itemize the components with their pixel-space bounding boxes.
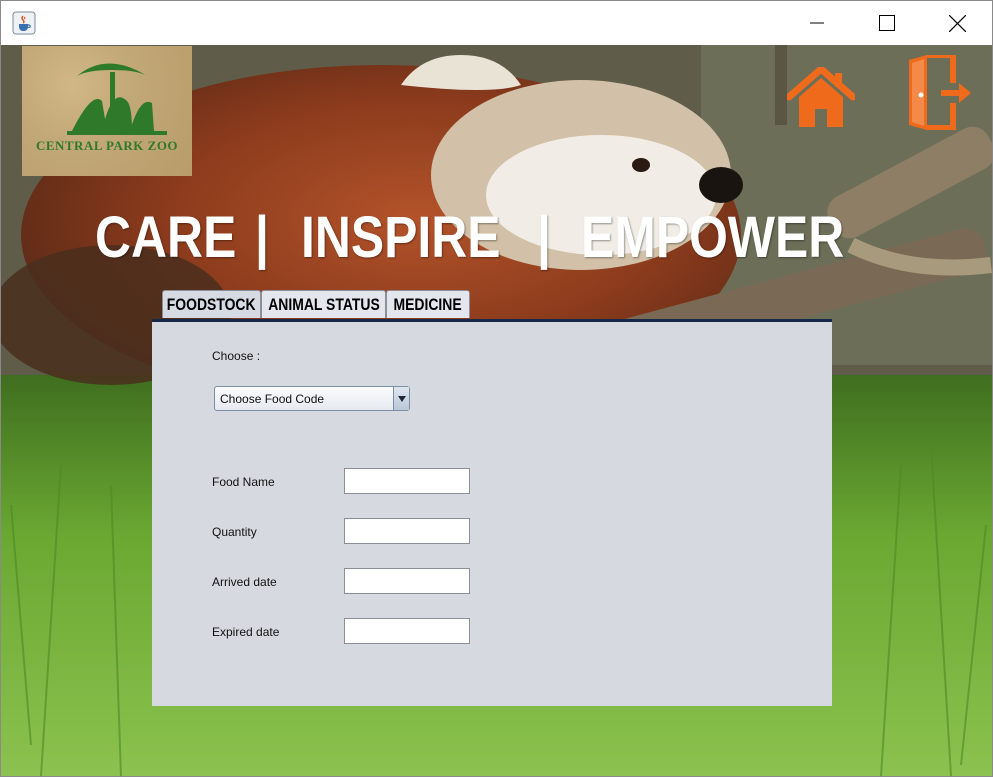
slogan: CARE | INSPIRE | EMPOWER — [95, 203, 855, 273]
arrived-date-field[interactable] — [344, 568, 470, 594]
food-name-label: Food Name — [212, 475, 275, 489]
slogan-care: CARE — [95, 205, 237, 270]
quantity-field[interactable] — [344, 518, 470, 544]
application-window: CENTRAL PARK ZOO CARE | INSPIRE | EMPOWE… — [0, 0, 993, 777]
arrived-date-label: Arrived date — [212, 575, 277, 589]
slogan-separator: | — [537, 205, 551, 270]
quantity-label: Quantity — [212, 525, 257, 539]
maximize-button[interactable] — [852, 1, 922, 45]
zoo-animals-logo-icon — [67, 63, 167, 135]
slogan-separator: | — [255, 205, 269, 270]
tab-label: ANIMAL STATUS — [267, 294, 380, 314]
tab-animal-status[interactable]: ANIMAL STATUS — [261, 290, 386, 318]
main-content: CENTRAL PARK ZOO CARE | INSPIRE | EMPOWE… — [1, 45, 992, 776]
logo-text: CENTRAL PARK ZOO — [35, 138, 179, 153]
food-code-dropdown[interactable]: Choose Food Code — [214, 386, 410, 411]
dropdown-arrow-button[interactable] — [393, 387, 409, 410]
close-icon — [948, 14, 966, 32]
chevron-down-icon — [397, 395, 406, 402]
exit-door-icon — [909, 52, 971, 131]
tab-medicine[interactable]: MEDICINE — [386, 290, 470, 318]
home-button[interactable] — [785, 65, 857, 129]
food-code-dropdown-value: Choose Food Code — [220, 392, 325, 406]
tab-foodstock[interactable]: FOODSTOCK — [162, 290, 261, 318]
slogan-empower: EMPOWER — [581, 205, 845, 270]
zoo-logo: CENTRAL PARK ZOO — [22, 46, 192, 176]
choose-label: Choose : — [212, 349, 261, 363]
minimize-button[interactable] — [782, 1, 852, 45]
expired-date-label: Expired date — [212, 625, 280, 639]
tab-label: MEDICINE — [393, 294, 463, 314]
maximize-icon — [879, 15, 895, 31]
exit-button[interactable] — [907, 52, 973, 131]
close-button[interactable] — [922, 1, 992, 45]
java-cup-icon[interactable] — [12, 11, 36, 35]
food-name-field[interactable] — [344, 468, 470, 494]
foodstock-panel: Choose : Choose Food Code Food Name Quan… — [152, 319, 832, 706]
minimize-icon — [810, 22, 824, 24]
home-icon — [785, 65, 857, 127]
slogan-inspire: INSPIRE — [301, 205, 501, 270]
title-bar — [1, 1, 992, 45]
expired-date-field[interactable] — [344, 618, 470, 644]
tab-label: FOODSTOCK — [167, 294, 256, 314]
